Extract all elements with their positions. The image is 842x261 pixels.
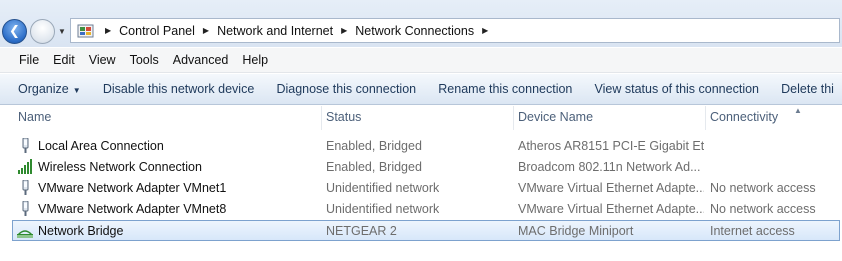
connection-status: Enabled, Bridged [326, 139, 422, 153]
connection-name: Wireless Network Connection [38, 160, 202, 174]
breadcrumb-network-and-internet[interactable]: Network and Internet [217, 24, 333, 38]
column-header-name[interactable]: Name [18, 110, 51, 124]
column-header-device-name[interactable]: Device Name [518, 110, 593, 124]
list-item[interactable]: VMware Network Adapter VMnet8 Unidentifi… [14, 199, 842, 220]
wireless-signal-icon [17, 159, 33, 175]
list-item[interactable]: Local Area Connection Enabled, Bridged A… [14, 136, 842, 157]
address-bar[interactable]: ▶ Control Panel ▶ Network and Internet ▶… [70, 18, 840, 43]
view-status-button[interactable]: View status of this connection [587, 82, 767, 96]
menu-edit[interactable]: Edit [46, 53, 82, 67]
device-name: MAC Bridge Miniport [518, 224, 634, 238]
back-button[interactable] [2, 19, 27, 44]
device-name: VMware Virtual Ethernet Adapte... [518, 181, 704, 195]
disable-device-button[interactable]: Disable this network device [95, 82, 262, 96]
chevron-right-icon[interactable]: ▶ [203, 26, 209, 35]
ethernet-adapter-icon [17, 137, 33, 154]
breadcrumb-network-connections[interactable]: Network Connections [355, 24, 474, 38]
control-panel-icon [77, 23, 95, 39]
device-name: Atheros AR8151 PCI-E Gigabit Et... [518, 139, 704, 153]
menu-help[interactable]: Help [235, 53, 275, 67]
diagnose-connection-button[interactable]: Diagnose this connection [268, 82, 424, 96]
ethernet-adapter-icon [17, 200, 33, 217]
column-header-row: Name Status Device Name Connectivity ▲ [0, 106, 842, 130]
navigation-bar: ▼ ▶ Control Panel ▶ Network and Internet… [0, 0, 842, 47]
recent-pages-dropdown[interactable]: ▼ [58, 27, 68, 37]
device-name: VMware Virtual Ethernet Adapte... [518, 202, 704, 216]
network-bridge-icon [17, 223, 33, 239]
menu-view[interactable]: View [82, 53, 123, 67]
chevron-right-icon[interactable]: ▶ [482, 26, 488, 35]
menu-tools[interactable]: Tools [123, 53, 166, 67]
chevron-right-icon[interactable]: ▶ [105, 26, 111, 35]
column-header-status[interactable]: Status [326, 110, 361, 124]
connectivity: Internet access [710, 224, 795, 238]
connection-status: NETGEAR 2 [326, 224, 397, 238]
column-divider[interactable] [705, 106, 706, 130]
connection-status: Enabled, Bridged [326, 160, 422, 174]
connectivity: No network access [710, 181, 816, 195]
connectivity: No network access [710, 202, 816, 216]
ethernet-adapter-icon [17, 179, 33, 196]
chevron-down-icon: ▼ [72, 86, 81, 95]
connection-name: VMware Network Adapter VMnet1 [38, 181, 227, 195]
list-item[interactable]: Wireless Network Connection Enabled, Bri… [14, 157, 842, 178]
delete-connection-button[interactable]: Delete thi [773, 82, 842, 96]
device-name: Broadcom 802.11n Network Ad... [518, 160, 701, 174]
connection-status: Unidentified network [326, 181, 440, 195]
connection-status: Unidentified network [326, 202, 440, 216]
menu-file[interactable]: File [12, 53, 46, 67]
connection-name: Local Area Connection [38, 139, 164, 153]
list-item[interactable]: VMware Network Adapter VMnet1 Unidentifi… [14, 178, 842, 199]
menu-bar: File Edit View Tools Advanced Help [0, 48, 842, 73]
command-bar: Organize ▼ Disable this network device Di… [0, 74, 842, 105]
menu-advanced[interactable]: Advanced [166, 53, 236, 67]
list-item-selected[interactable]: Network Bridge NETGEAR 2 MAC Bridge Mini… [12, 220, 840, 241]
column-header-connectivity[interactable]: Connectivity [710, 110, 778, 124]
organize-button[interactable]: Organize ▼ [10, 82, 89, 96]
breadcrumb-control-panel[interactable]: Control Panel [119, 24, 195, 38]
chevron-right-icon[interactable]: ▶ [341, 26, 347, 35]
column-divider[interactable] [513, 106, 514, 130]
forward-button[interactable] [30, 19, 55, 44]
rename-connection-button[interactable]: Rename this connection [430, 82, 580, 96]
sort-ascending-icon: ▲ [794, 106, 802, 115]
column-divider[interactable] [321, 106, 322, 130]
connection-name: VMware Network Adapter VMnet8 [38, 202, 227, 216]
connection-name: Network Bridge [38, 224, 124, 238]
organize-label: Organize [18, 82, 69, 96]
